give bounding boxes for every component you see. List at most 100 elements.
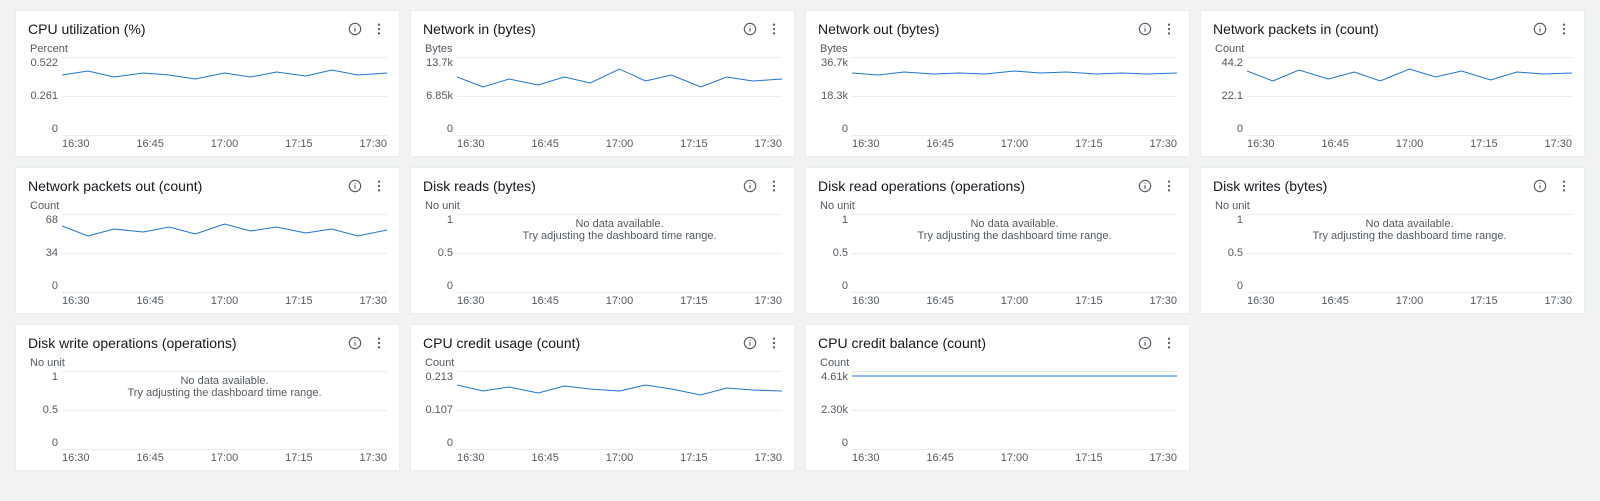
chart-area[interactable]: 13.7k 6.85k 0 bbox=[423, 57, 782, 135]
x-tick: 17:15 bbox=[1470, 295, 1498, 307]
info-icon[interactable] bbox=[1137, 178, 1153, 194]
info-icon[interactable] bbox=[347, 21, 363, 37]
x-tick: 17:15 bbox=[1470, 138, 1498, 150]
y-tick: 0 bbox=[1237, 123, 1243, 135]
kebab-menu-icon[interactable] bbox=[766, 335, 782, 351]
x-axis: 16:3016:4517:0017:1517:30 bbox=[423, 138, 782, 150]
info-icon[interactable] bbox=[742, 335, 758, 351]
widget-actions bbox=[742, 178, 782, 194]
x-tick: 17:00 bbox=[1001, 452, 1029, 464]
kebab-menu-icon[interactable] bbox=[1161, 21, 1177, 37]
y-tick: 0 bbox=[842, 280, 848, 292]
y-tick: 0.107 bbox=[425, 404, 453, 416]
kebab-menu-icon[interactable] bbox=[1556, 21, 1572, 37]
x-tick: 16:45 bbox=[136, 295, 164, 307]
chart-area[interactable]: 10.50No data available.Try adjusting the… bbox=[28, 371, 387, 449]
kebab-menu-icon[interactable] bbox=[1556, 178, 1572, 194]
unit-label: No unit bbox=[1213, 200, 1572, 212]
info-icon[interactable] bbox=[347, 178, 363, 194]
info-icon[interactable] bbox=[1532, 21, 1548, 37]
x-tick: 17:30 bbox=[754, 138, 782, 150]
x-tick: 16:45 bbox=[1321, 295, 1349, 307]
y-tick: 18.3k bbox=[821, 90, 848, 102]
x-tick: 16:30 bbox=[62, 138, 90, 150]
chart-area[interactable]: 44.222.10 bbox=[1213, 57, 1572, 135]
y-tick: 34 bbox=[46, 247, 58, 259]
y-tick: 1 bbox=[1237, 214, 1243, 226]
x-tick: 17:00 bbox=[606, 452, 634, 464]
kebab-menu-icon[interactable] bbox=[766, 178, 782, 194]
x-tick: 17:15 bbox=[680, 295, 708, 307]
y-tick: 0.213 bbox=[425, 371, 453, 383]
kebab-menu-icon[interactable] bbox=[1161, 178, 1177, 194]
widget-actions bbox=[1137, 335, 1177, 351]
metric-widget: Disk reads (bytes) No unit 10.50No data av… bbox=[410, 167, 795, 314]
info-icon[interactable] bbox=[1137, 335, 1153, 351]
y-tick: 1 bbox=[52, 371, 58, 383]
widget-header: Network packets in (count) bbox=[1213, 21, 1572, 37]
no-data-line: Try adjusting the dashboard time range. bbox=[127, 387, 321, 399]
info-icon[interactable] bbox=[347, 335, 363, 351]
x-tick: 17:30 bbox=[754, 452, 782, 464]
widget-header: Disk reads (bytes) bbox=[423, 178, 782, 194]
x-tick: 16:45 bbox=[136, 452, 164, 464]
info-icon[interactable] bbox=[1532, 178, 1548, 194]
y-tick: 6.85k bbox=[426, 90, 453, 102]
plot-area: No data available.Try adjusting the dash… bbox=[457, 214, 782, 292]
x-tick: 16:30 bbox=[852, 295, 880, 307]
widget-title: Network packets out (count) bbox=[28, 178, 202, 194]
x-tick: 16:30 bbox=[852, 452, 880, 464]
plot-area: No data available.Try adjusting the dash… bbox=[62, 371, 387, 449]
widget-header: Disk writes (bytes) bbox=[1213, 178, 1572, 194]
kebab-menu-icon[interactable] bbox=[371, 178, 387, 194]
no-data-line: No data available. bbox=[575, 218, 663, 230]
x-tick: 16:30 bbox=[852, 138, 880, 150]
x-tick: 16:45 bbox=[531, 295, 559, 307]
x-tick: 17:30 bbox=[359, 295, 387, 307]
chart-area[interactable]: 0.2130.1070 bbox=[423, 371, 782, 449]
widget-title: CPU credit usage (count) bbox=[423, 335, 580, 351]
info-icon[interactable] bbox=[742, 21, 758, 37]
kebab-menu-icon[interactable] bbox=[371, 335, 387, 351]
kebab-menu-icon[interactable] bbox=[766, 21, 782, 37]
plot-area bbox=[852, 57, 1177, 135]
unit-label: Count bbox=[818, 357, 1177, 369]
chart-area[interactable]: 10.50No data available.Try adjusting the… bbox=[1213, 214, 1572, 292]
y-axis: 68340 bbox=[28, 214, 62, 292]
chart-area[interactable]: 68340 bbox=[28, 214, 387, 292]
widget-actions bbox=[1137, 21, 1177, 37]
chart-area[interactable]: 0.5220.2610 bbox=[28, 57, 387, 135]
chart-area[interactable]: 36.7k18.3k0 bbox=[818, 57, 1177, 135]
info-icon[interactable] bbox=[1137, 21, 1153, 37]
widget-header: CPU credit balance (count) bbox=[818, 335, 1177, 351]
y-axis: 10.50 bbox=[28, 371, 62, 449]
x-tick: 17:00 bbox=[211, 452, 239, 464]
unit-label: Percent bbox=[28, 43, 387, 55]
plot-area: No data available.Try adjusting the dash… bbox=[852, 214, 1177, 292]
chart-area[interactable]: 4.61k2.30k0 bbox=[818, 371, 1177, 449]
widget-header: CPU utilization (%) bbox=[28, 21, 387, 37]
x-tick: 17:15 bbox=[285, 452, 313, 464]
x-tick: 16:45 bbox=[1321, 138, 1349, 150]
kebab-menu-icon[interactable] bbox=[1161, 335, 1177, 351]
x-tick: 16:45 bbox=[926, 452, 954, 464]
metric-widget: Network packets in (count)Count44.222.10… bbox=[1200, 10, 1585, 157]
x-tick: 16:45 bbox=[926, 138, 954, 150]
y-tick: 0 bbox=[447, 123, 453, 135]
info-icon[interactable] bbox=[742, 178, 758, 194]
y-tick: 1 bbox=[842, 214, 848, 226]
unit-label: No unit bbox=[423, 200, 782, 212]
plot-area bbox=[62, 57, 387, 135]
x-tick: 17:00 bbox=[211, 295, 239, 307]
y-tick: 13.7k bbox=[426, 57, 453, 69]
kebab-menu-icon[interactable] bbox=[371, 21, 387, 37]
x-axis: 16:3016:4517:0017:1517:30 bbox=[818, 452, 1177, 464]
widget-actions bbox=[742, 335, 782, 351]
x-axis: 16:3016:4517:0017:1517:30 bbox=[818, 138, 1177, 150]
chart-area[interactable]: 10.50No data available.Try adjusting the… bbox=[423, 214, 782, 292]
x-tick: 17:00 bbox=[1001, 138, 1029, 150]
x-axis: 16:3016:4517:0017:1517:30 bbox=[423, 295, 782, 307]
x-tick: 16:30 bbox=[457, 452, 485, 464]
chart-area[interactable]: 10.50No data available.Try adjusting the… bbox=[818, 214, 1177, 292]
unit-label: Count bbox=[423, 357, 782, 369]
